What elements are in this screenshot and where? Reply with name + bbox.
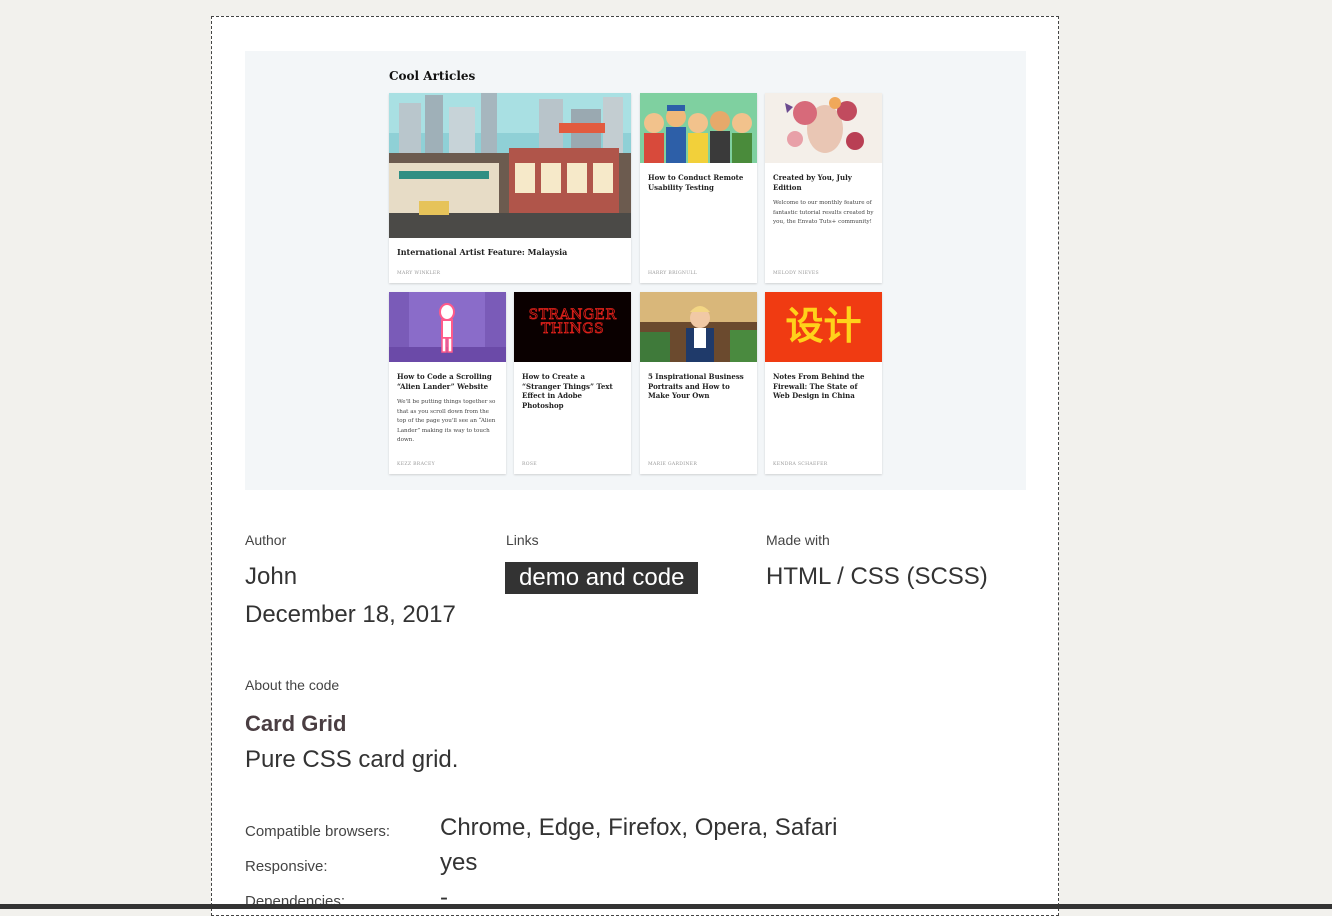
city-illustration xyxy=(389,93,631,238)
card-title: Notes From Behind the Firewall: The Stat… xyxy=(773,372,865,400)
preview-image[interactable]: Cool Articles International Artist Featu… xyxy=(245,51,1026,490)
card-author: MELODY NIEVES xyxy=(773,271,819,276)
card-title: 5 Inspirational Business Portraits and H… xyxy=(648,372,744,400)
browsers-label: Compatible browsers: xyxy=(245,823,391,840)
card-title: International Artist Feature: Malaysia xyxy=(397,247,568,257)
author-label: Author xyxy=(245,532,287,548)
stranger-things-text: STRANGER THINGS xyxy=(528,307,617,337)
chinese-characters-text: 设计 xyxy=(785,304,862,348)
chinese-characters: 设计 xyxy=(765,292,882,362)
stranger-things-logo: STRANGER THINGS xyxy=(514,292,631,362)
made-with-value: HTML / CSS (SCSS) xyxy=(766,563,988,590)
card-description: We'll be putting things together so that… xyxy=(397,399,496,443)
preview-card: How to Code a Scrolling “Alien Lander” W… xyxy=(389,292,506,474)
preview-card: STRANGER THINGS How to Create a “Strange… xyxy=(514,292,631,474)
code-description: Pure CSS card grid. xyxy=(245,746,459,773)
alien-figure xyxy=(389,292,506,362)
preview-heading: Cool Articles xyxy=(389,69,476,83)
business-portrait xyxy=(640,292,757,362)
card-author: HARRY BRIGNULL xyxy=(648,271,698,276)
preview-card: 设计 Notes From Behind the Firewall: The S… xyxy=(765,292,882,474)
responsive-label: Responsive: xyxy=(245,858,328,875)
author-name: John xyxy=(245,563,298,590)
post-date: December 18, 2017 xyxy=(245,601,456,628)
preview-card: International Artist Feature: Malaysia M… xyxy=(389,93,631,283)
card-title: How to Code a Scrolling “Alien Lander” W… xyxy=(397,372,492,391)
card-author: ROSE xyxy=(522,462,537,467)
card-author: MARY WINKLER xyxy=(397,271,441,276)
bottom-bar xyxy=(0,904,1332,909)
card-author: KEZZ BRACEY xyxy=(397,462,435,467)
browsers-value: Chrome, Edge, Firefox, Opera, Safari xyxy=(440,814,838,841)
preview-card: Created by You, July Edition Welcome to … xyxy=(765,93,882,283)
card-description: Welcome to our monthly feature of fantas… xyxy=(773,200,874,225)
card-author: KENDRA SCHAEFER xyxy=(773,462,828,467)
floral-portrait xyxy=(765,93,882,163)
card-title: Created by You, July Edition xyxy=(773,173,852,192)
project-card: Cool Articles International Artist Featu… xyxy=(211,16,1059,916)
demo-and-code-link[interactable]: demo and code xyxy=(505,562,699,594)
about-label: About the code xyxy=(245,677,340,693)
code-title: Card Grid xyxy=(245,711,347,736)
cartoon-people xyxy=(640,93,757,163)
made-with-label: Made with xyxy=(766,532,830,548)
card-title: How to Conduct Remote Usability Testing xyxy=(648,173,744,192)
card-author: MARIE GARDINER xyxy=(648,462,698,467)
card-title: How to Create a “Stranger Things” Text E… xyxy=(522,372,613,410)
responsive-value: yes xyxy=(440,849,478,876)
preview-card: How to Conduct Remote Usability Testing … xyxy=(640,93,757,283)
preview-card: 5 Inspirational Business Portraits and H… xyxy=(640,292,757,474)
links-label: Links xyxy=(506,532,539,548)
